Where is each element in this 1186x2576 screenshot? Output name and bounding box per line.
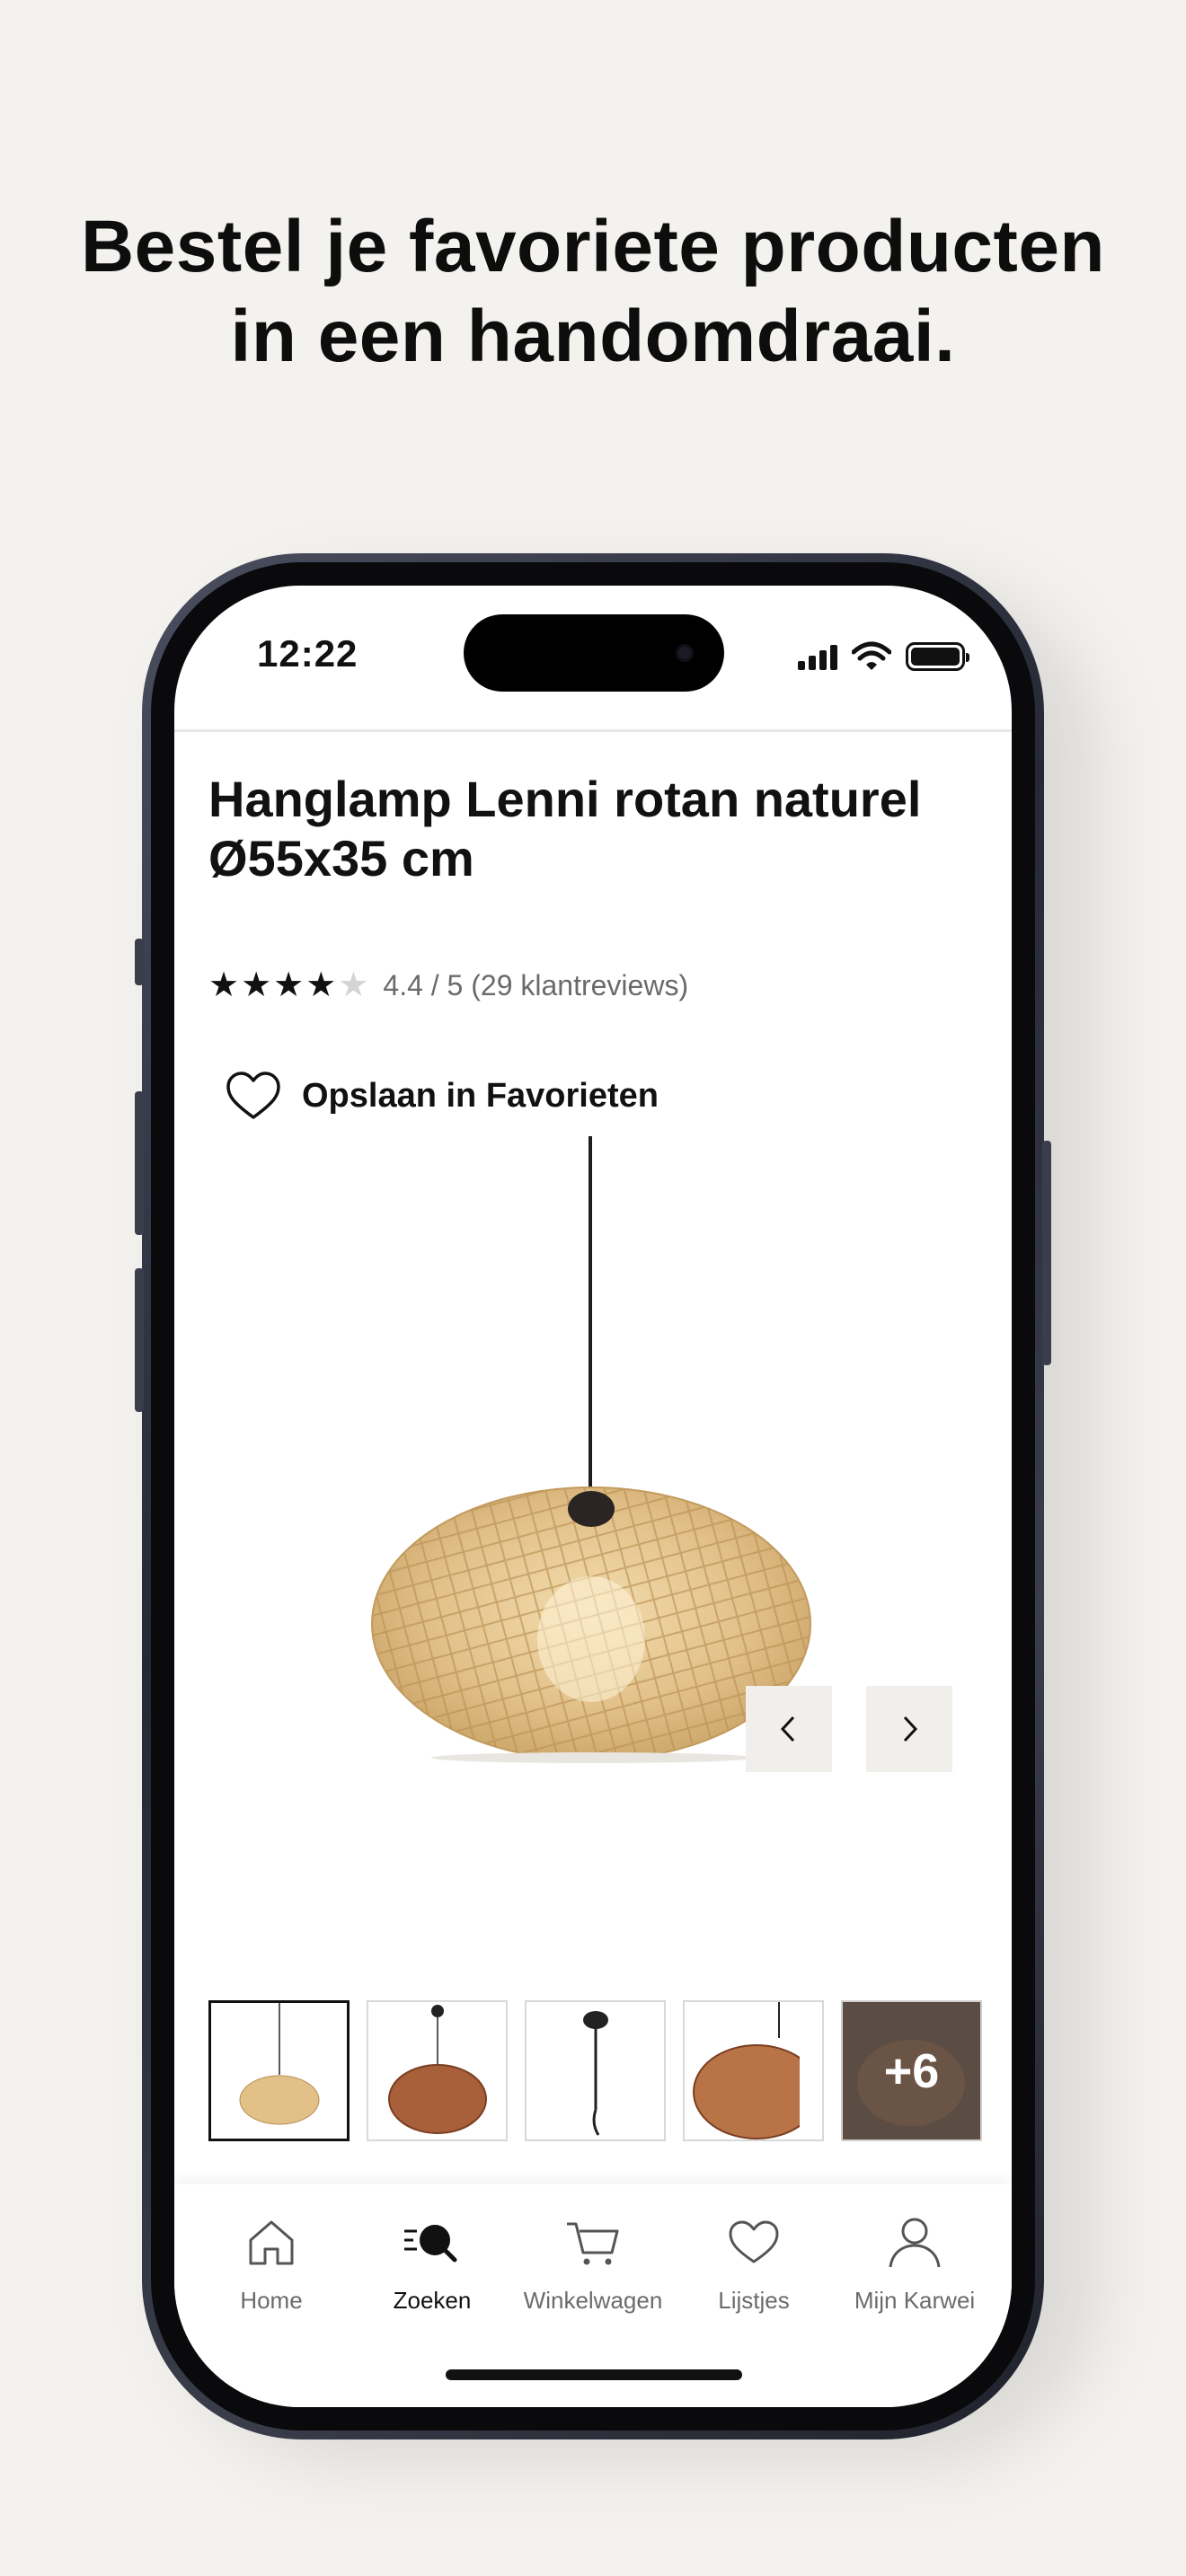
- product-title: Hanglamp Lenni rotan naturel Ø55x35 cm: [208, 770, 981, 888]
- next-image-button[interactable]: [866, 1686, 952, 1772]
- tab-label: Lijstjes: [718, 2287, 790, 2314]
- status-bar: 12:22: [174, 586, 1012, 729]
- rating-stars: ★ ★ ★ ★ ★: [208, 967, 368, 1003]
- tab-search[interactable]: Zoeken: [351, 2211, 513, 2328]
- dynamic-island: [464, 614, 724, 692]
- star-icon: ★: [273, 966, 305, 1004]
- tab-my-karwei[interactable]: Mijn Karwei: [834, 2211, 996, 2328]
- heart-outline-icon: [226, 1072, 280, 1119]
- star-icon: ★: [241, 966, 272, 1004]
- favorite-label: Opslaan in Favorieten: [302, 1076, 659, 1115]
- volume-down-button: [135, 1268, 144, 1412]
- home-icon: [249, 2220, 294, 2265]
- marketing-headline: Bestel je favoriete producten in een han…: [0, 202, 1186, 382]
- thumbnail-cord-detail[interactable]: [525, 2000, 666, 2141]
- chevron-left-icon: [780, 1716, 795, 1742]
- thumbnail-strip: +6: [208, 2000, 982, 2141]
- star-icon: ★: [305, 966, 337, 1004]
- more-images-count: +6: [883, 2043, 940, 2098]
- profile-icon: [889, 2218, 941, 2268]
- wifi-icon: [852, 641, 891, 670]
- bottom-tab-bar: Home Zoeken Winkelwagen Lijstjes Mijn Ka…: [174, 2184, 1012, 2407]
- action-button: [135, 939, 144, 985]
- thumbnail-brown-rattan[interactable]: [367, 2000, 508, 2141]
- save-to-favorites-button[interactable]: Opslaan in Favorieten: [225, 1069, 659, 1123]
- status-icons: [798, 641, 969, 672]
- rating-text[interactable]: 4.4 / 5 (29 klantreviews): [383, 969, 688, 1002]
- chevron-right-icon: [903, 1716, 918, 1742]
- product-title-line-1: Hanglamp Lenni rotan naturel: [208, 771, 922, 827]
- thumbnail-rattan-close-up[interactable]: [683, 2000, 824, 2141]
- headline-line-1: Bestel je favoriete producten: [80, 206, 1106, 287]
- tab-label: Home: [240, 2287, 303, 2314]
- tab-lists[interactable]: Lijstjes: [673, 2211, 835, 2328]
- previous-image-button[interactable]: [746, 1686, 832, 1772]
- tab-cart[interactable]: Winkelwagen: [512, 2211, 674, 2328]
- star-icon: ★: [208, 966, 240, 1004]
- front-camera: [676, 644, 694, 662]
- power-button: [1042, 1141, 1051, 1365]
- phone-screen: 12:22 Hanglamp Lenni rotan naturel Ø55x3…: [174, 586, 1012, 2407]
- product-rating[interactable]: ★ ★ ★ ★ ★ 4.4 / 5 (29 klantreviews): [208, 967, 688, 1003]
- home-indicator[interactable]: [446, 2369, 742, 2380]
- signal-icon: [798, 643, 837, 670]
- heart-icon: [729, 2220, 779, 2263]
- tab-label: Winkelwagen: [523, 2287, 663, 2314]
- product-image[interactable]: [174, 1136, 1012, 1828]
- thumbnail-more-images[interactable]: +6: [841, 2000, 982, 2141]
- header-divider: [174, 729, 1012, 732]
- tab-home[interactable]: Home: [190, 2211, 352, 2328]
- battery-icon: [906, 642, 969, 671]
- product-title-line-2: Ø55x35 cm: [208, 830, 474, 887]
- cart-icon: [567, 2222, 619, 2265]
- tab-label: Zoeken: [393, 2287, 472, 2314]
- star-empty-icon: ★: [338, 966, 369, 1004]
- status-time: 12:22: [257, 632, 358, 675]
- volume-up-button: [135, 1091, 144, 1235]
- thumbnail-natural-rattan[interactable]: [208, 2000, 350, 2141]
- search-icon: [404, 2225, 457, 2263]
- headline-line-2: in een handomdraai.: [230, 296, 956, 377]
- tab-label: Mijn Karwei: [854, 2287, 976, 2314]
